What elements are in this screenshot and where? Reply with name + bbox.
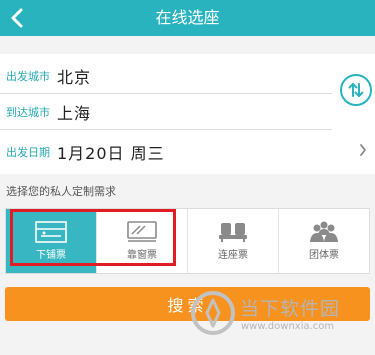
seat-option-group: 下铺票 靠窗票 连座票 团体票 xyxy=(5,208,370,274)
departure-city-row[interactable]: 出发城市 北京 xyxy=(0,58,332,94)
adjacent-seats-icon xyxy=(219,223,247,242)
seat-option-adjacent[interactable]: 连座票 xyxy=(188,209,279,273)
departure-date-label: 出发日期 xyxy=(6,146,50,159)
search-form: 出发城市 北京 到达城市 上海 出发日期 1月20日 周三 xyxy=(0,54,375,174)
date-chevron[interactable] xyxy=(357,144,369,156)
seat-preference-prompt: 选择您的私人定制需求 xyxy=(6,185,116,198)
page-title: 在线选座 xyxy=(155,8,220,27)
seat-option-label: 连座票 xyxy=(218,250,248,261)
window-seat-icon xyxy=(127,221,157,242)
watermark-logo-icon xyxy=(191,291,235,335)
seat-option-label: 下铺票 xyxy=(36,250,66,261)
arrival-city-row[interactable]: 到达城市 上海 xyxy=(0,94,332,130)
watermark-url: www.downxia.com xyxy=(241,321,335,332)
seat-option-group-ticket[interactable]: 团体票 xyxy=(279,209,369,273)
arrival-city-value[interactable]: 上海 xyxy=(57,100,91,124)
departure-date-row[interactable]: 出发日期 1月20日 周三 xyxy=(0,134,375,170)
seat-option-lower-berth[interactable]: 下铺票 xyxy=(6,209,97,273)
departure-city-value[interactable]: 北京 xyxy=(57,64,91,88)
seat-option-window[interactable]: 靠窗票 xyxy=(97,209,188,273)
seat-option-label: 靠窗票 xyxy=(127,250,157,261)
lower-berth-icon xyxy=(35,221,67,243)
arrival-city-label: 到达城市 xyxy=(6,105,50,119)
seat-option-label: 团体票 xyxy=(309,250,339,261)
watermark-text: 当下软件园 xyxy=(240,298,341,320)
swap-cities-button[interactable] xyxy=(340,74,372,106)
swap-arrows-icon xyxy=(348,83,364,97)
header-bar: 在线选座 xyxy=(0,0,375,36)
group-icon xyxy=(310,221,338,242)
departure-date-value[interactable]: 1月20日 周三 xyxy=(57,140,165,164)
chevron-right-icon xyxy=(360,144,366,156)
departure-city-label: 出发城市 xyxy=(6,69,50,83)
